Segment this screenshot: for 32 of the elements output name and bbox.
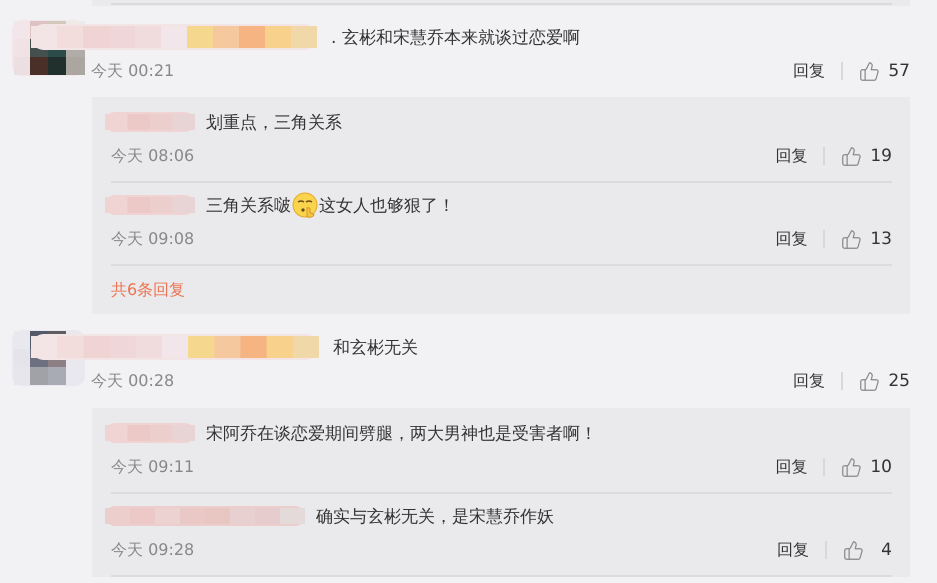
reply-link[interactable]: 回复 <box>793 60 825 82</box>
comment-text: 这女人也够狠了！ <box>319 194 455 216</box>
comment-text: 划重点，三角关系 <box>206 112 342 134</box>
like-icon[interactable] <box>859 60 880 82</box>
reply-time: 今天 08:06 <box>111 146 194 166</box>
emoji-icon <box>292 192 318 218</box>
reply-link[interactable]: 回复 <box>775 456 808 478</box>
like-count: 13 <box>870 229 892 249</box>
like-count: 10 <box>870 457 892 477</box>
comment-text: 宋阿乔在谈恋爱期间劈腿，两大男神也是受害者啊！ <box>206 422 597 444</box>
reply-link[interactable]: 回复 <box>777 540 809 560</box>
reply-time: 今天 09:28 <box>111 540 194 560</box>
comment-time: 今天 00:28 <box>91 370 174 392</box>
comment-text: 和玄彬无关 <box>333 336 418 358</box>
like-count: 19 <box>870 146 892 166</box>
like-icon[interactable] <box>841 456 862 478</box>
like-count: 4 <box>880 540 892 560</box>
reply-time: 今天 09:11 <box>111 456 194 478</box>
reply-link[interactable]: 回复 <box>793 370 825 392</box>
comment-text: 确实与玄彬无关，是宋慧乔作妖 <box>316 506 554 528</box>
like-icon[interactable] <box>841 228 862 250</box>
reply-time: 今天 09:08 <box>111 228 194 250</box>
like-count: 57 <box>888 61 910 81</box>
like-icon[interactable] <box>843 540 864 560</box>
like-icon[interactable] <box>859 370 880 392</box>
comment-text: . 玄彬和宋慧乔本来就谈过恋爱啊 <box>331 26 580 48</box>
reply-link[interactable]: 回复 <box>775 228 808 250</box>
reply-link[interactable]: 回复 <box>775 146 808 166</box>
comment-text: 三角关系啵 <box>206 194 291 216</box>
like-count: 25 <box>888 371 910 391</box>
comment-time: 今天 00:21 <box>91 60 174 82</box>
like-icon[interactable] <box>841 146 862 166</box>
